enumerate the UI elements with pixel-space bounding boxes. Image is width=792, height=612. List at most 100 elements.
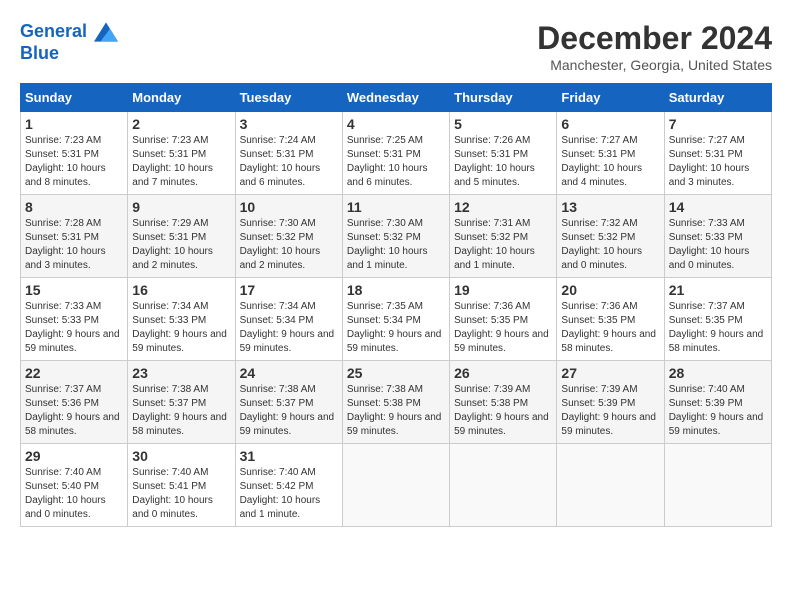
day-number: 3	[240, 116, 338, 132]
days-header-row: Sunday Monday Tuesday Wednesday Thursday…	[21, 84, 772, 112]
day-info: Sunrise: 7:40 AM Sunset: 5:39 PM Dayligh…	[669, 383, 767, 439]
table-row: 6 Sunrise: 7:27 AM Sunset: 5:31 PM Dayli…	[557, 112, 664, 195]
day-info: Sunrise: 7:31 AM Sunset: 5:32 PM Dayligh…	[454, 217, 552, 273]
day-info: Sunrise: 7:26 AM Sunset: 5:31 PM Dayligh…	[454, 134, 552, 190]
day-info: Sunrise: 7:36 AM Sunset: 5:35 PM Dayligh…	[454, 300, 552, 356]
day-info: Sunrise: 7:34 AM Sunset: 5:33 PM Dayligh…	[132, 300, 230, 356]
day-info: Sunrise: 7:30 AM Sunset: 5:32 PM Dayligh…	[347, 217, 445, 273]
day-info: Sunrise: 7:38 AM Sunset: 5:38 PM Dayligh…	[347, 383, 445, 439]
day-info: Sunrise: 7:30 AM Sunset: 5:32 PM Dayligh…	[240, 217, 338, 273]
calendar-week-1: 8 Sunrise: 7:28 AM Sunset: 5:31 PM Dayli…	[21, 195, 772, 278]
day-number: 9	[132, 199, 230, 215]
day-number: 17	[240, 282, 338, 298]
day-number: 14	[669, 199, 767, 215]
table-row: 31 Sunrise: 7:40 AM Sunset: 5:42 PM Dayl…	[235, 444, 342, 527]
day-number: 15	[25, 282, 123, 298]
day-number: 28	[669, 365, 767, 381]
day-number: 12	[454, 199, 552, 215]
day-number: 22	[25, 365, 123, 381]
page-header: General Blue December 2024 Manchester, G…	[20, 20, 772, 73]
table-row: 16 Sunrise: 7:34 AM Sunset: 5:33 PM Dayl…	[128, 278, 235, 361]
table-row: 27 Sunrise: 7:39 AM Sunset: 5:39 PM Dayl…	[557, 361, 664, 444]
day-info: Sunrise: 7:32 AM Sunset: 5:32 PM Dayligh…	[561, 217, 659, 273]
day-info: Sunrise: 7:23 AM Sunset: 5:31 PM Dayligh…	[25, 134, 123, 190]
table-row: 12 Sunrise: 7:31 AM Sunset: 5:32 PM Dayl…	[450, 195, 557, 278]
day-info: Sunrise: 7:33 AM Sunset: 5:33 PM Dayligh…	[25, 300, 123, 356]
day-info: Sunrise: 7:38 AM Sunset: 5:37 PM Dayligh…	[240, 383, 338, 439]
day-number: 20	[561, 282, 659, 298]
table-row: 25 Sunrise: 7:38 AM Sunset: 5:38 PM Dayl…	[342, 361, 449, 444]
day-number: 1	[25, 116, 123, 132]
table-row: 9 Sunrise: 7:29 AM Sunset: 5:31 PM Dayli…	[128, 195, 235, 278]
day-number: 11	[347, 199, 445, 215]
table-row: 20 Sunrise: 7:36 AM Sunset: 5:35 PM Dayl…	[557, 278, 664, 361]
day-number: 30	[132, 448, 230, 464]
day-info: Sunrise: 7:28 AM Sunset: 5:31 PM Dayligh…	[25, 217, 123, 273]
day-info: Sunrise: 7:25 AM Sunset: 5:31 PM Dayligh…	[347, 134, 445, 190]
table-row: 23 Sunrise: 7:38 AM Sunset: 5:37 PM Dayl…	[128, 361, 235, 444]
table-row: 5 Sunrise: 7:26 AM Sunset: 5:31 PM Dayli…	[450, 112, 557, 195]
day-number: 8	[25, 199, 123, 215]
table-row: 15 Sunrise: 7:33 AM Sunset: 5:33 PM Dayl…	[21, 278, 128, 361]
header-monday: Monday	[128, 84, 235, 112]
day-number: 25	[347, 365, 445, 381]
calendar-week-2: 15 Sunrise: 7:33 AM Sunset: 5:33 PM Dayl…	[21, 278, 772, 361]
header-friday: Friday	[557, 84, 664, 112]
day-number: 29	[25, 448, 123, 464]
header-saturday: Saturday	[664, 84, 771, 112]
title-block: December 2024 Manchester, Georgia, Unite…	[537, 20, 772, 73]
day-number: 7	[669, 116, 767, 132]
day-number: 31	[240, 448, 338, 464]
day-number: 23	[132, 365, 230, 381]
day-info: Sunrise: 7:27 AM Sunset: 5:31 PM Dayligh…	[561, 134, 659, 190]
day-number: 6	[561, 116, 659, 132]
calendar-table: Sunday Monday Tuesday Wednesday Thursday…	[20, 83, 772, 527]
day-number: 10	[240, 199, 338, 215]
table-row: 4 Sunrise: 7:25 AM Sunset: 5:31 PM Dayli…	[342, 112, 449, 195]
table-row: 22 Sunrise: 7:37 AM Sunset: 5:36 PM Dayl…	[21, 361, 128, 444]
table-row: 28 Sunrise: 7:40 AM Sunset: 5:39 PM Dayl…	[664, 361, 771, 444]
day-number: 27	[561, 365, 659, 381]
header-sunday: Sunday	[21, 84, 128, 112]
day-number: 13	[561, 199, 659, 215]
table-row: 21 Sunrise: 7:37 AM Sunset: 5:35 PM Dayl…	[664, 278, 771, 361]
day-number: 24	[240, 365, 338, 381]
table-row	[664, 444, 771, 527]
logo-subtext: Blue	[20, 44, 118, 64]
day-info: Sunrise: 7:37 AM Sunset: 5:35 PM Dayligh…	[669, 300, 767, 356]
table-row: 1 Sunrise: 7:23 AM Sunset: 5:31 PM Dayli…	[21, 112, 128, 195]
table-row: 30 Sunrise: 7:40 AM Sunset: 5:41 PM Dayl…	[128, 444, 235, 527]
day-info: Sunrise: 7:40 AM Sunset: 5:41 PM Dayligh…	[132, 466, 230, 522]
logo-text: General	[20, 20, 118, 44]
table-row: 13 Sunrise: 7:32 AM Sunset: 5:32 PM Dayl…	[557, 195, 664, 278]
table-row: 17 Sunrise: 7:34 AM Sunset: 5:34 PM Dayl…	[235, 278, 342, 361]
day-number: 19	[454, 282, 552, 298]
table-row: 2 Sunrise: 7:23 AM Sunset: 5:31 PM Dayli…	[128, 112, 235, 195]
location-text: Manchester, Georgia, United States	[537, 57, 772, 73]
day-info: Sunrise: 7:24 AM Sunset: 5:31 PM Dayligh…	[240, 134, 338, 190]
day-info: Sunrise: 7:38 AM Sunset: 5:37 PM Dayligh…	[132, 383, 230, 439]
day-info: Sunrise: 7:34 AM Sunset: 5:34 PM Dayligh…	[240, 300, 338, 356]
day-number: 26	[454, 365, 552, 381]
day-number: 4	[347, 116, 445, 132]
day-info: Sunrise: 7:36 AM Sunset: 5:35 PM Dayligh…	[561, 300, 659, 356]
table-row: 14 Sunrise: 7:33 AM Sunset: 5:33 PM Dayl…	[664, 195, 771, 278]
day-info: Sunrise: 7:23 AM Sunset: 5:31 PM Dayligh…	[132, 134, 230, 190]
day-info: Sunrise: 7:37 AM Sunset: 5:36 PM Dayligh…	[25, 383, 123, 439]
header-wednesday: Wednesday	[342, 84, 449, 112]
table-row: 26 Sunrise: 7:39 AM Sunset: 5:38 PM Dayl…	[450, 361, 557, 444]
day-info: Sunrise: 7:39 AM Sunset: 5:38 PM Dayligh…	[454, 383, 552, 439]
calendar-week-0: 1 Sunrise: 7:23 AM Sunset: 5:31 PM Dayli…	[21, 112, 772, 195]
day-number: 18	[347, 282, 445, 298]
day-info: Sunrise: 7:40 AM Sunset: 5:40 PM Dayligh…	[25, 466, 123, 522]
table-row: 8 Sunrise: 7:28 AM Sunset: 5:31 PM Dayli…	[21, 195, 128, 278]
header-thursday: Thursday	[450, 84, 557, 112]
table-row: 29 Sunrise: 7:40 AM Sunset: 5:40 PM Dayl…	[21, 444, 128, 527]
day-number: 5	[454, 116, 552, 132]
day-info: Sunrise: 7:33 AM Sunset: 5:33 PM Dayligh…	[669, 217, 767, 273]
table-row: 19 Sunrise: 7:36 AM Sunset: 5:35 PM Dayl…	[450, 278, 557, 361]
table-row	[557, 444, 664, 527]
table-row: 3 Sunrise: 7:24 AM Sunset: 5:31 PM Dayli…	[235, 112, 342, 195]
day-number: 16	[132, 282, 230, 298]
table-row: 24 Sunrise: 7:38 AM Sunset: 5:37 PM Dayl…	[235, 361, 342, 444]
